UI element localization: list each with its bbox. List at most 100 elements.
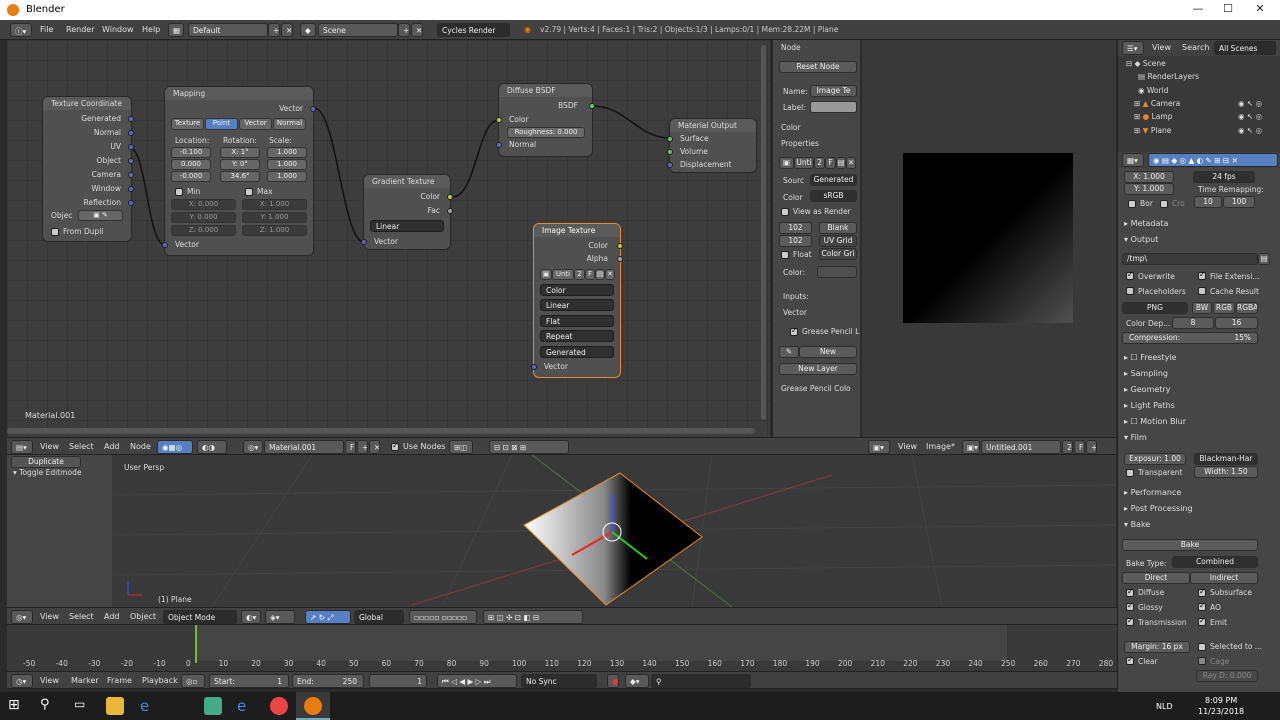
from-dupli-checkbox[interactable]	[51, 228, 59, 236]
menu-image[interactable]: Image*	[926, 442, 955, 451]
menu-view[interactable]: View	[40, 612, 59, 621]
overwrite-checkbox[interactable]	[1126, 270, 1134, 280]
interaction-mode-select[interactable]: Object Mode	[163, 610, 237, 624]
height-field[interactable]: 102	[779, 235, 812, 247]
roughness-field[interactable]: Roughness: 0.000	[507, 127, 585, 138]
extension-select[interactable]: Repeat	[540, 330, 614, 342]
post-processing-panel-header[interactable]: ▸ Post Processing	[1124, 504, 1193, 513]
menu-window[interactable]: Window	[102, 25, 134, 34]
location-x[interactable]: -0.100	[171, 147, 211, 158]
input-socket[interactable]	[667, 162, 673, 168]
screen-layout-field[interactable]: Default	[188, 23, 268, 37]
shader-object-icons[interactable]: ◐◑	[197, 440, 227, 454]
max-checkbox[interactable]	[245, 188, 253, 196]
scene-icon[interactable]: ◆	[300, 23, 316, 37]
width-field[interactable]: 102	[779, 222, 812, 234]
visibility-icons[interactable]: ◉ ↖ ◎	[1238, 112, 1262, 121]
render-engine-select[interactable]: Cycles Render	[437, 23, 510, 37]
visibility-icons[interactable]: ◉ ↖ ◎	[1238, 99, 1262, 108]
keying-icons[interactable]: ◆▾	[625, 674, 649, 688]
menu-help[interactable]: Help	[142, 25, 160, 34]
min-z[interactable]: Z: 0.000	[171, 225, 236, 236]
mapping-tab-normal[interactable]: Normal	[273, 118, 306, 130]
layer-buttons[interactable]: ▫▫▫▫▫ ▫▫▫▫▫	[409, 610, 477, 624]
menu-select[interactable]: Select	[69, 612, 94, 621]
unlink-image-icon[interactable]: ✕	[605, 269, 615, 280]
output-socket[interactable]	[617, 243, 623, 249]
bake-button[interactable]: Bake	[1122, 539, 1258, 551]
image-name-field[interactable]: Unti	[552, 269, 574, 280]
generated-blank-button[interactable]: Blank	[819, 222, 857, 234]
output-socket[interactable]	[128, 200, 134, 206]
location-y[interactable]: 0.000	[171, 159, 211, 170]
filter-width-field[interactable]: Width: 1.50	[1194, 466, 1258, 478]
3d-viewport[interactable]: User Persp (1) Plane	[112, 455, 1116, 607]
folder-icon[interactable]: ▤	[1258, 253, 1270, 265]
name-field[interactable]: Image Te	[810, 85, 857, 97]
unlink-material-button[interactable]: ✕	[369, 440, 380, 454]
ao-checkbox[interactable]	[1198, 601, 1206, 611]
glossy-checkbox[interactable]	[1126, 601, 1134, 611]
fake-user-button[interactable]: F	[1074, 440, 1085, 454]
node-material-output[interactable]: Material Output Surface Volume Displacem…	[667, 119, 756, 172]
image-editor[interactable]	[862, 40, 1116, 437]
remove-layout-button[interactable]: ✕	[281, 23, 293, 37]
object-field[interactable]: ▣ ✎	[78, 210, 123, 221]
duplicate-button[interactable]: Duplicate	[11, 456, 81, 468]
outliner-item-scene[interactable]: ⊟ ◆ Scene	[1126, 59, 1166, 68]
input-socket[interactable]	[496, 117, 502, 123]
menu-node[interactable]: Node	[130, 442, 151, 451]
metadata-panel-header[interactable]: ▸ Metadata	[1124, 219, 1168, 228]
close-button[interactable]: ✕	[1250, 2, 1270, 18]
node-mapping[interactable]: Mapping Vector Texture Point Vector Norm…	[162, 87, 316, 255]
menu-add[interactable]: Add	[104, 442, 120, 451]
fps-select[interactable]: 24 fps	[1193, 171, 1255, 183]
node-gradient-texture[interactable]: Gradient Texture Color Fac Linear Vector	[361, 175, 453, 249]
blender-taskbar-button[interactable]	[296, 692, 330, 720]
search-icon[interactable]: ⚲	[40, 697, 58, 715]
output-socket[interactable]	[128, 186, 134, 192]
float-checkbox[interactable]	[781, 251, 789, 259]
location-z[interactable]: -0.000	[171, 171, 211, 182]
max-z[interactable]: Z: 1.000	[242, 225, 307, 236]
menu-render[interactable]: Render	[66, 25, 94, 34]
editor-type-icon[interactable]: ▤▾	[11, 440, 33, 454]
context-tabs[interactable]: ◉ ▤ ◆ ◎ ▲ ◐ ✎ ⊞ ⊟ ✕	[1148, 153, 1278, 167]
color-rgba-button[interactable]: RGBA	[1236, 302, 1258, 314]
min-checkbox[interactable]	[175, 188, 183, 196]
image-name-field[interactable]: Unti	[794, 157, 814, 169]
res-x-field[interactable]: X: 1.000	[1124, 171, 1174, 183]
input-socket[interactable]	[531, 364, 537, 370]
output-socket[interactable]	[128, 172, 134, 178]
image-browse-icon[interactable]: ▣▾	[962, 440, 980, 454]
image-name-field[interactable]: Untitled.001	[981, 440, 1061, 454]
task-view-icon[interactable]: ▭	[74, 697, 92, 715]
cache-result-checkbox[interactable]	[1198, 287, 1206, 295]
clear-checkbox[interactable]	[1126, 655, 1134, 665]
manipulator-icons[interactable]: ↗ ↻ ⤢	[305, 610, 351, 624]
direct-toggle[interactable]: Direct	[1122, 572, 1190, 584]
max-y[interactable]: Y: 1.000	[242, 212, 307, 223]
pencil-icon[interactable]: ✎	[779, 346, 799, 358]
keying-set-field[interactable]: ⚲	[651, 674, 751, 688]
output-panel-header[interactable]: ▾ Output	[1124, 235, 1158, 244]
min-y[interactable]: Y: 0.000	[171, 212, 236, 223]
source-select[interactable]: Generated	[540, 346, 614, 358]
subsurface-checkbox[interactable]	[1198, 587, 1206, 597]
image-users[interactable]: 2	[814, 157, 825, 169]
open-image-icon[interactable]: ▤	[836, 157, 846, 169]
generated-uvgrid-button[interactable]: UV Grid	[819, 235, 857, 247]
crop-checkbox[interactable]	[1160, 200, 1168, 208]
projection-select[interactable]: Flat	[540, 315, 614, 327]
edge-icon[interactable]: e	[140, 697, 158, 715]
output-socket[interactable]	[128, 130, 134, 136]
input-socket[interactable]	[162, 242, 168, 248]
view-as-render-checkbox[interactable]	[781, 208, 789, 216]
menu-add[interactable]: Add	[104, 612, 120, 621]
grease-pencil-colors-header[interactable]: Grease Pencil Colo	[781, 384, 851, 393]
new-layer-button[interactable]: New Layer	[779, 363, 857, 375]
outliner-item-plane[interactable]: ⊞ ▼ Plane	[1134, 126, 1171, 135]
menu-search[interactable]: Search	[1182, 43, 1209, 52]
material-field[interactable]: Material.001	[264, 440, 344, 454]
preview-range-icons[interactable]: ◎▫	[181, 674, 205, 688]
